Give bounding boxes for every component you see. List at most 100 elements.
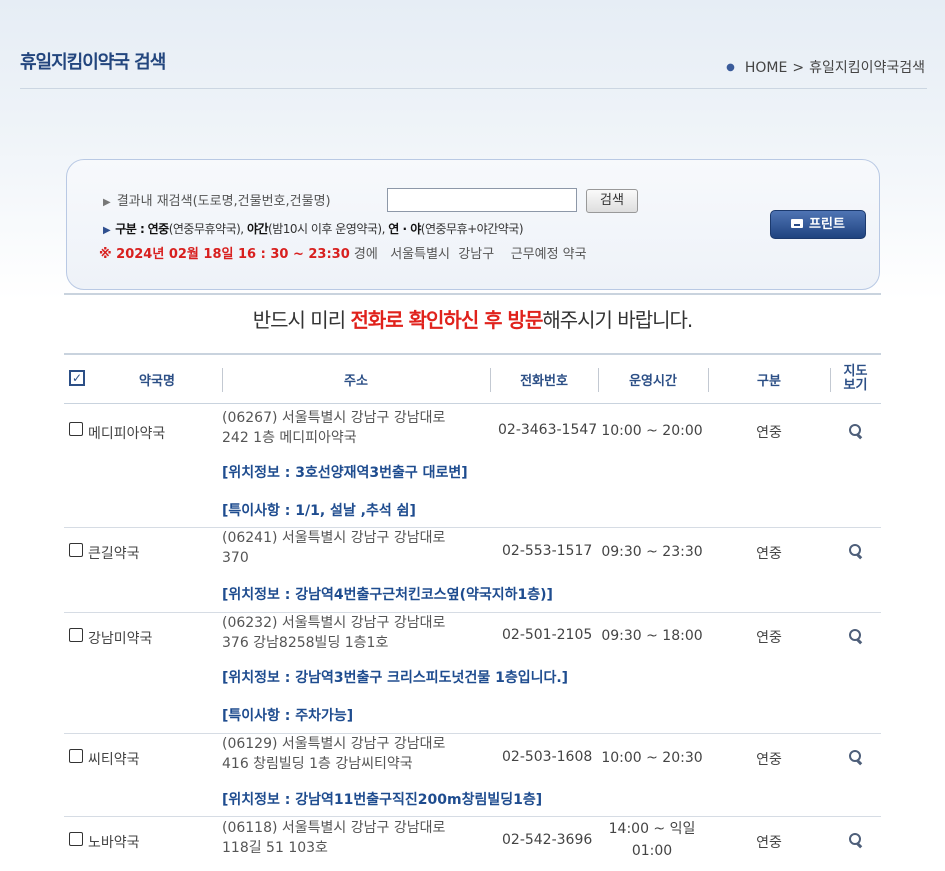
address-line1: (06118) 서울특별시 강남구 강남대로: [222, 820, 446, 836]
address-line1: (06232) 서울특별시 강남구 강남대로: [222, 615, 446, 631]
address-line1: (06129) 서울특별시 강남구 강남대로: [222, 736, 446, 752]
magnifier-icon[interactable]: [848, 628, 864, 645]
address-line2: 370: [222, 550, 249, 566]
address-line2: 416 창림빌딩 1층 강남씨티약국: [222, 756, 413, 772]
table-header: ✓ 약국명 주소 전화번호 운영시간 구분 지도 보기: [64, 353, 881, 404]
page-title: 휴일지킴이약국 검색: [20, 52, 166, 73]
breadcrumb-separator: >: [792, 60, 805, 76]
location-info: [위치정보 : 3호선양재역3번출구 대로변]: [222, 465, 468, 481]
pharmacy-address: (06241) 서울특별시 강남구 강남대로 370: [222, 528, 445, 568]
triangle-bullet-icon: ▶: [103, 197, 111, 208]
pharmacy-kind: 연중: [756, 425, 782, 441]
hours-line1: 09:30 ~ 18:00: [601, 628, 703, 644]
triangle-bullet-icon: ▶: [103, 225, 111, 236]
pharmacy-hours: 10:00 ~ 20:00: [600, 420, 704, 442]
research-label-row: ▶ 결과내 재검색(도로명,건물번호,건물명): [103, 190, 331, 209]
hours-line1: 10:00 ~ 20:30: [601, 750, 703, 766]
pharmacy-address: (06267) 서울특별시 강남구 강남대로 242 1층 메디피아약국: [222, 408, 445, 448]
location-info: [위치정보 : 강남역11번출구직진200m창림빌딩1층]: [222, 792, 543, 808]
location-info: [위치정보 : 강남역4번출구근처킨코스옆(약국지하1층)]: [222, 587, 553, 603]
research-input[interactable]: [387, 188, 577, 212]
header-phone: 전화번호: [490, 355, 598, 403]
header-address: 주소: [222, 355, 490, 403]
table-row: 씨티약국 (06129) 서울특별시 강남구 강남대로 416 창림빌딩 1층 …: [64, 734, 881, 817]
header-map-line1: 지도: [843, 364, 868, 379]
pharmacy-phone: 02-503-1608: [502, 749, 593, 765]
pharmacy-address: (06118) 서울특별시 강남구 강남대로 118길 51 103호: [222, 818, 445, 858]
print-button[interactable]: 프린트: [770, 210, 866, 239]
address-line1: (06267) 서울특별시 강남구 강남대로: [222, 410, 446, 426]
date-row: ※ 2024년 02월 18일 16 : 30 ~ 23:30 경에 서울특별시…: [99, 243, 587, 262]
pharmacy-name: 메디피아약국: [88, 426, 166, 442]
printer-icon: [791, 219, 804, 228]
hours-line1: 09:30 ~ 23:30: [601, 544, 703, 560]
pharmacy-phone: 02-553-1517: [502, 543, 593, 559]
region-text: 서울특별시 강남구: [390, 247, 495, 262]
pharmacy-kind: 연중: [756, 630, 782, 646]
table-row: 강남미약국 (06232) 서울특별시 강남구 강남대로 376 강남8258빌…: [64, 613, 881, 734]
pharmacy-kind: 연중: [756, 835, 782, 851]
legend-prefix: 구분 :: [115, 222, 145, 236]
row-checkbox[interactable]: [69, 628, 83, 642]
row-checkbox[interactable]: [69, 543, 83, 557]
special-note: [특이사항 : 1/1, 설날 ,추석 쉼]: [222, 503, 416, 519]
header-name: 약국명: [139, 373, 175, 389]
breadcrumb: ● HOME > 휴일지킴이약국검색: [726, 57, 925, 77]
date-suffix: 경에: [353, 247, 378, 262]
pharmacy-address: (06232) 서울특별시 강남구 강남대로 376 강남8258빌딩 1층1호: [222, 613, 445, 653]
pharmacy-address: (06129) 서울특별시 강남구 강남대로 416 창림빌딩 1층 강남씨티약…: [222, 734, 445, 774]
pharmacy-hours: 14:00 ~ 익일 01:00: [600, 818, 704, 862]
row-checkbox[interactable]: [69, 422, 83, 436]
header-kind: 구분: [708, 355, 830, 403]
pharmacy-name: 노바약국: [88, 835, 140, 851]
legend-ya-desc: (밤10시 이후 운영약국),: [268, 222, 385, 236]
table-row: 노바약국 (06118) 서울특별시 강남구 강남대로 118길 51 103호…: [64, 817, 881, 871]
pharmacy-phone: 02-542-3696: [502, 832, 593, 848]
pharmacy-name: 강남미약국: [88, 631, 153, 647]
hours-line1: 10:00 ~ 20:00: [601, 423, 703, 439]
magnifier-icon[interactable]: [848, 423, 864, 440]
search-panel: ▶ 결과내 재검색(도로명,건물번호,건물명) 검색 ▶ 구분 : 연중(연중무휴약…: [66, 159, 880, 290]
magnifier-icon[interactable]: [848, 832, 864, 849]
research-label: 결과내 재검색(도로명,건물번호,건물명): [116, 194, 331, 209]
header-map: 지도 보기: [830, 355, 881, 403]
breadcrumb-home[interactable]: HOME: [745, 60, 787, 76]
pharmacy-kind: 연중: [756, 752, 782, 768]
magnifier-icon[interactable]: [848, 749, 864, 766]
breadcrumb-current: 휴일지킴이약국검색: [809, 60, 925, 76]
header-hours: 운영시간: [598, 355, 708, 403]
legend-yj-desc: (연중무휴약국),: [168, 222, 244, 236]
location-info: [위치정보 : 강남역3번출구 크리스피도넛건물 1층입니다.]: [222, 670, 569, 686]
legend-ya: 야간: [246, 222, 269, 236]
header-divider: [20, 88, 927, 89]
print-label: 프린트: [809, 217, 845, 232]
table-row: 큰길약국 (06241) 서울특별시 강남구 강남대로 370 02-553-1…: [64, 528, 881, 613]
header-map-line2: 보기: [843, 378, 868, 393]
hours-line2: 01:00: [631, 843, 673, 859]
address-line2: 242 1층 메디피아약국: [222, 430, 357, 446]
table-row: 메디피아약국 (06267) 서울특별시 강남구 강남대로 242 1층 메디피…: [64, 402, 881, 528]
date-text: ※ 2024년 02월 18일 16 : 30 ~ 23:30: [99, 247, 350, 262]
legend-yj: 연중: [147, 222, 170, 236]
pharmacy-phone: 02-501-2105: [502, 627, 593, 643]
pharmacy-kind: 연중: [756, 546, 782, 562]
row-checkbox[interactable]: [69, 832, 83, 846]
address-line1: (06241) 서울특별시 강남구 강남대로: [222, 530, 446, 546]
hours-line1: 14:00 ~ 익일: [608, 821, 696, 837]
notice-divider: [64, 293, 881, 295]
magnifier-icon[interactable]: [848, 543, 864, 560]
notice-after: 해주시기 바랍니다.: [542, 308, 693, 332]
address-line2: 376 강남8258빌딩 1층1호: [222, 635, 389, 651]
row-checkbox[interactable]: [69, 749, 83, 763]
notice-before: 반드시 미리: [252, 308, 351, 332]
pharmacy-name: 큰길약국: [88, 546, 140, 562]
bullet-icon: ●: [726, 62, 735, 73]
pharmacy-hours: 10:00 ~ 20:30: [600, 747, 704, 769]
special-note: [특이사항 : 주차가능]: [222, 708, 354, 724]
pharmacy-phone: 02-3463-1547: [498, 422, 598, 438]
pharmacy-hours: 09:30 ~ 18:00: [600, 625, 704, 647]
search-button[interactable]: 검색: [586, 189, 638, 213]
notice-highlight: 전화로 확인하신 후 방문: [350, 308, 543, 332]
pharmacy-name: 씨티약국: [88, 752, 140, 768]
select-all-checkbox[interactable]: ✓: [69, 370, 85, 386]
